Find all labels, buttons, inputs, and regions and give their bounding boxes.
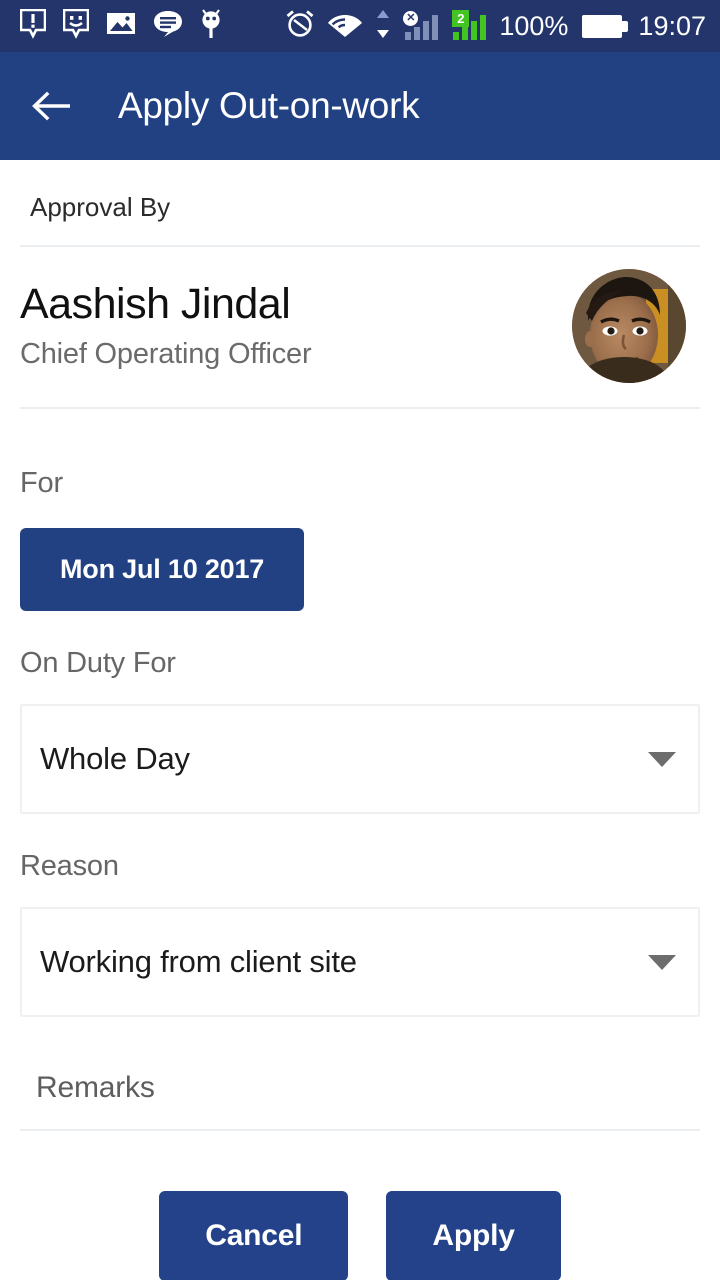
status-bar-clock: 19:07 <box>638 10 706 41</box>
chevron-down-icon <box>648 751 676 767</box>
on-duty-for-field-group: On Duty For Whole Day <box>20 611 700 814</box>
signal-sim1-no-service-icon: ✕ <box>403 11 439 41</box>
battery-icon <box>582 14 629 38</box>
approver-role: Chief Operating Officer <box>20 338 312 371</box>
gallery-image-icon <box>106 11 136 42</box>
chevron-down-icon <box>648 954 676 970</box>
reason-label: Reason <box>20 850 119 882</box>
alarm-clock-icon <box>285 9 315 44</box>
smiley-notification-icon <box>62 8 90 44</box>
wifi-icon <box>327 10 363 43</box>
remarks-input[interactable] <box>20 1061 700 1131</box>
on-duty-for-value: Whole Day <box>40 741 190 776</box>
for-field-group: For Mon Jul 10 2017 <box>20 409 700 611</box>
action-buttons: Cancel Apply <box>20 1131 700 1280</box>
reason-value: Working from client site <box>40 944 357 979</box>
reason-field-group: Reason Working from client site <box>20 814 700 1017</box>
cancel-button[interactable]: Cancel <box>159 1191 349 1280</box>
form-area: For Mon Jul 10 2017 On Duty For Whole Da… <box>0 409 720 1280</box>
on-duty-for-select[interactable]: Whole Day <box>20 704 700 814</box>
app-bar: Apply Out-on-work <box>0 52 720 160</box>
status-bar-system-icons: ✕ 2 100% 19:07 <box>285 9 706 44</box>
message-chat-icon <box>153 10 183 43</box>
approver-row: Aashish Jindal Chief Operating Officer <box>0 247 720 407</box>
on-duty-for-label: On Duty For <box>20 647 176 679</box>
android-debug-icon <box>200 8 222 45</box>
data-transfer-arrows-icon <box>375 9 391 44</box>
apply-button[interactable]: Apply <box>386 1191 561 1280</box>
approval-by-label: Approval By <box>30 192 171 222</box>
battery-percent-label: 100% <box>499 10 569 41</box>
approver-avatar <box>572 269 686 383</box>
reason-select[interactable]: Working from client site <box>20 907 700 1017</box>
approver-name: Aashish Jindal <box>20 279 291 328</box>
status-bar-notification-icons <box>19 8 222 45</box>
back-arrow-icon[interactable] <box>28 83 74 129</box>
signal-sim2-icon: 2 <box>451 10 487 41</box>
status-bar: ✕ 2 100% 19:07 <box>0 0 720 52</box>
alert-notification-icon <box>19 8 47 44</box>
for-label: For <box>20 467 63 499</box>
app-screen: ✕ 2 100% 19:07 Apply Out-on-work Approva… <box>0 0 720 1280</box>
remarks-field-group <box>20 1017 700 1131</box>
approver-text: Aashish Jindal Chief Operating Officer <box>20 279 572 371</box>
date-picker-button[interactable]: Mon Jul 10 2017 <box>20 528 305 611</box>
sim2-badge: 2 <box>452 10 470 27</box>
page-title: Apply Out-on-work <box>118 85 420 126</box>
main-content: Approval By Aashish Jindal Chief Operati… <box>0 160 720 1280</box>
